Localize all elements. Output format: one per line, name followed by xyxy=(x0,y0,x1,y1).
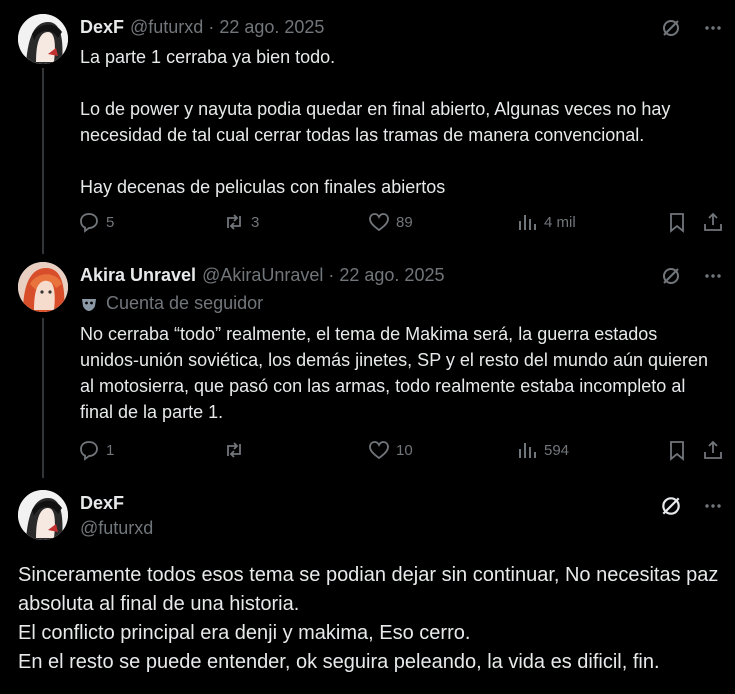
repost-icon xyxy=(227,214,241,230)
views-count: 594 xyxy=(544,441,570,459)
like-count: 89 xyxy=(396,213,413,231)
share-icon xyxy=(704,440,722,459)
repost-button[interactable]: 3 xyxy=(223,211,368,233)
bookmark-icon xyxy=(670,213,684,233)
badge-label: Cuenta de seguidor xyxy=(106,293,264,313)
like-icon xyxy=(369,213,389,232)
bookmark-button[interactable] xyxy=(666,211,702,233)
reply-icon xyxy=(80,213,98,233)
share-icon xyxy=(704,212,722,231)
timestamp[interactable]: 22 ago. 2025 xyxy=(339,265,444,286)
post-text: Sinceramente todos esos tema se podian d… xyxy=(18,564,719,673)
timestamp[interactable]: 22 ago. 2025 xyxy=(219,17,324,38)
views-button[interactable]: 594 xyxy=(516,439,666,461)
post-handle-row: @futurxd xyxy=(80,515,153,541)
bookmark-icon xyxy=(670,441,684,461)
more-icon[interactable] xyxy=(701,494,725,518)
reply-button[interactable]: 1 xyxy=(78,439,223,461)
avatar[interactable] xyxy=(18,262,68,312)
views-button[interactable]: 4 mil xyxy=(516,211,666,233)
author-name[interactable]: Akira Unravel xyxy=(80,265,196,286)
post-top-icons xyxy=(659,16,725,40)
follower-badge: Cuenta de seguidor xyxy=(80,293,263,314)
post-text: No cerraba “todo” realmente, el tema de … xyxy=(80,324,709,422)
post-header: DexF @futurxd · 22 ago. 2025 xyxy=(80,14,324,40)
like-button[interactable]: 89 xyxy=(368,211,516,233)
share-button[interactable] xyxy=(702,211,724,233)
post-top-icons xyxy=(659,264,725,288)
like-icon xyxy=(369,441,389,460)
thread-line xyxy=(42,318,44,478)
views-icon xyxy=(519,443,536,458)
grok-icon[interactable] xyxy=(659,16,683,40)
mask-icon xyxy=(82,298,96,311)
grok-icon[interactable] xyxy=(659,494,683,518)
author-handle[interactable]: @futurxd xyxy=(80,518,153,539)
avatar[interactable] xyxy=(18,14,68,64)
reply-button[interactable]: 5 xyxy=(78,211,223,233)
grok-icon[interactable] xyxy=(659,264,683,288)
author-name[interactable]: DexF xyxy=(80,493,124,514)
repost-button[interactable] xyxy=(223,439,368,461)
author-handle[interactable]: @futurxd xyxy=(130,17,203,38)
reply-count: 1 xyxy=(106,441,115,459)
like-button[interactable]: 10 xyxy=(368,439,516,461)
action-bar: 1 10 594 xyxy=(78,437,728,463)
thread-line xyxy=(42,68,44,254)
author-name[interactable]: DexF xyxy=(80,17,124,38)
separator: · xyxy=(208,16,215,37)
reply-count: 5 xyxy=(106,213,115,231)
like-count: 10 xyxy=(396,441,413,459)
bookmark-button[interactable] xyxy=(666,439,702,461)
avatar[interactable] xyxy=(18,490,68,540)
post-top-icons xyxy=(659,494,725,518)
post-header: Akira Unravel @AkiraUnravel · 22 ago. 20… xyxy=(80,262,444,288)
reply-icon xyxy=(80,441,98,461)
more-icon[interactable] xyxy=(701,16,725,40)
post-text: La parte 1 cerraba ya bien todo. Lo de p… xyxy=(80,47,671,197)
more-icon[interactable] xyxy=(701,264,725,288)
views-icon xyxy=(519,215,536,230)
views-count: 4 mil xyxy=(544,213,576,231)
action-bar: 5 3 89 4 mil xyxy=(78,209,728,235)
repost-icon xyxy=(227,442,241,458)
repost-count: 3 xyxy=(251,213,260,231)
post-header: DexF xyxy=(80,490,124,516)
separator: · xyxy=(328,264,335,285)
author-handle[interactable]: @AkiraUnravel xyxy=(202,265,323,286)
share-button[interactable] xyxy=(702,439,724,461)
